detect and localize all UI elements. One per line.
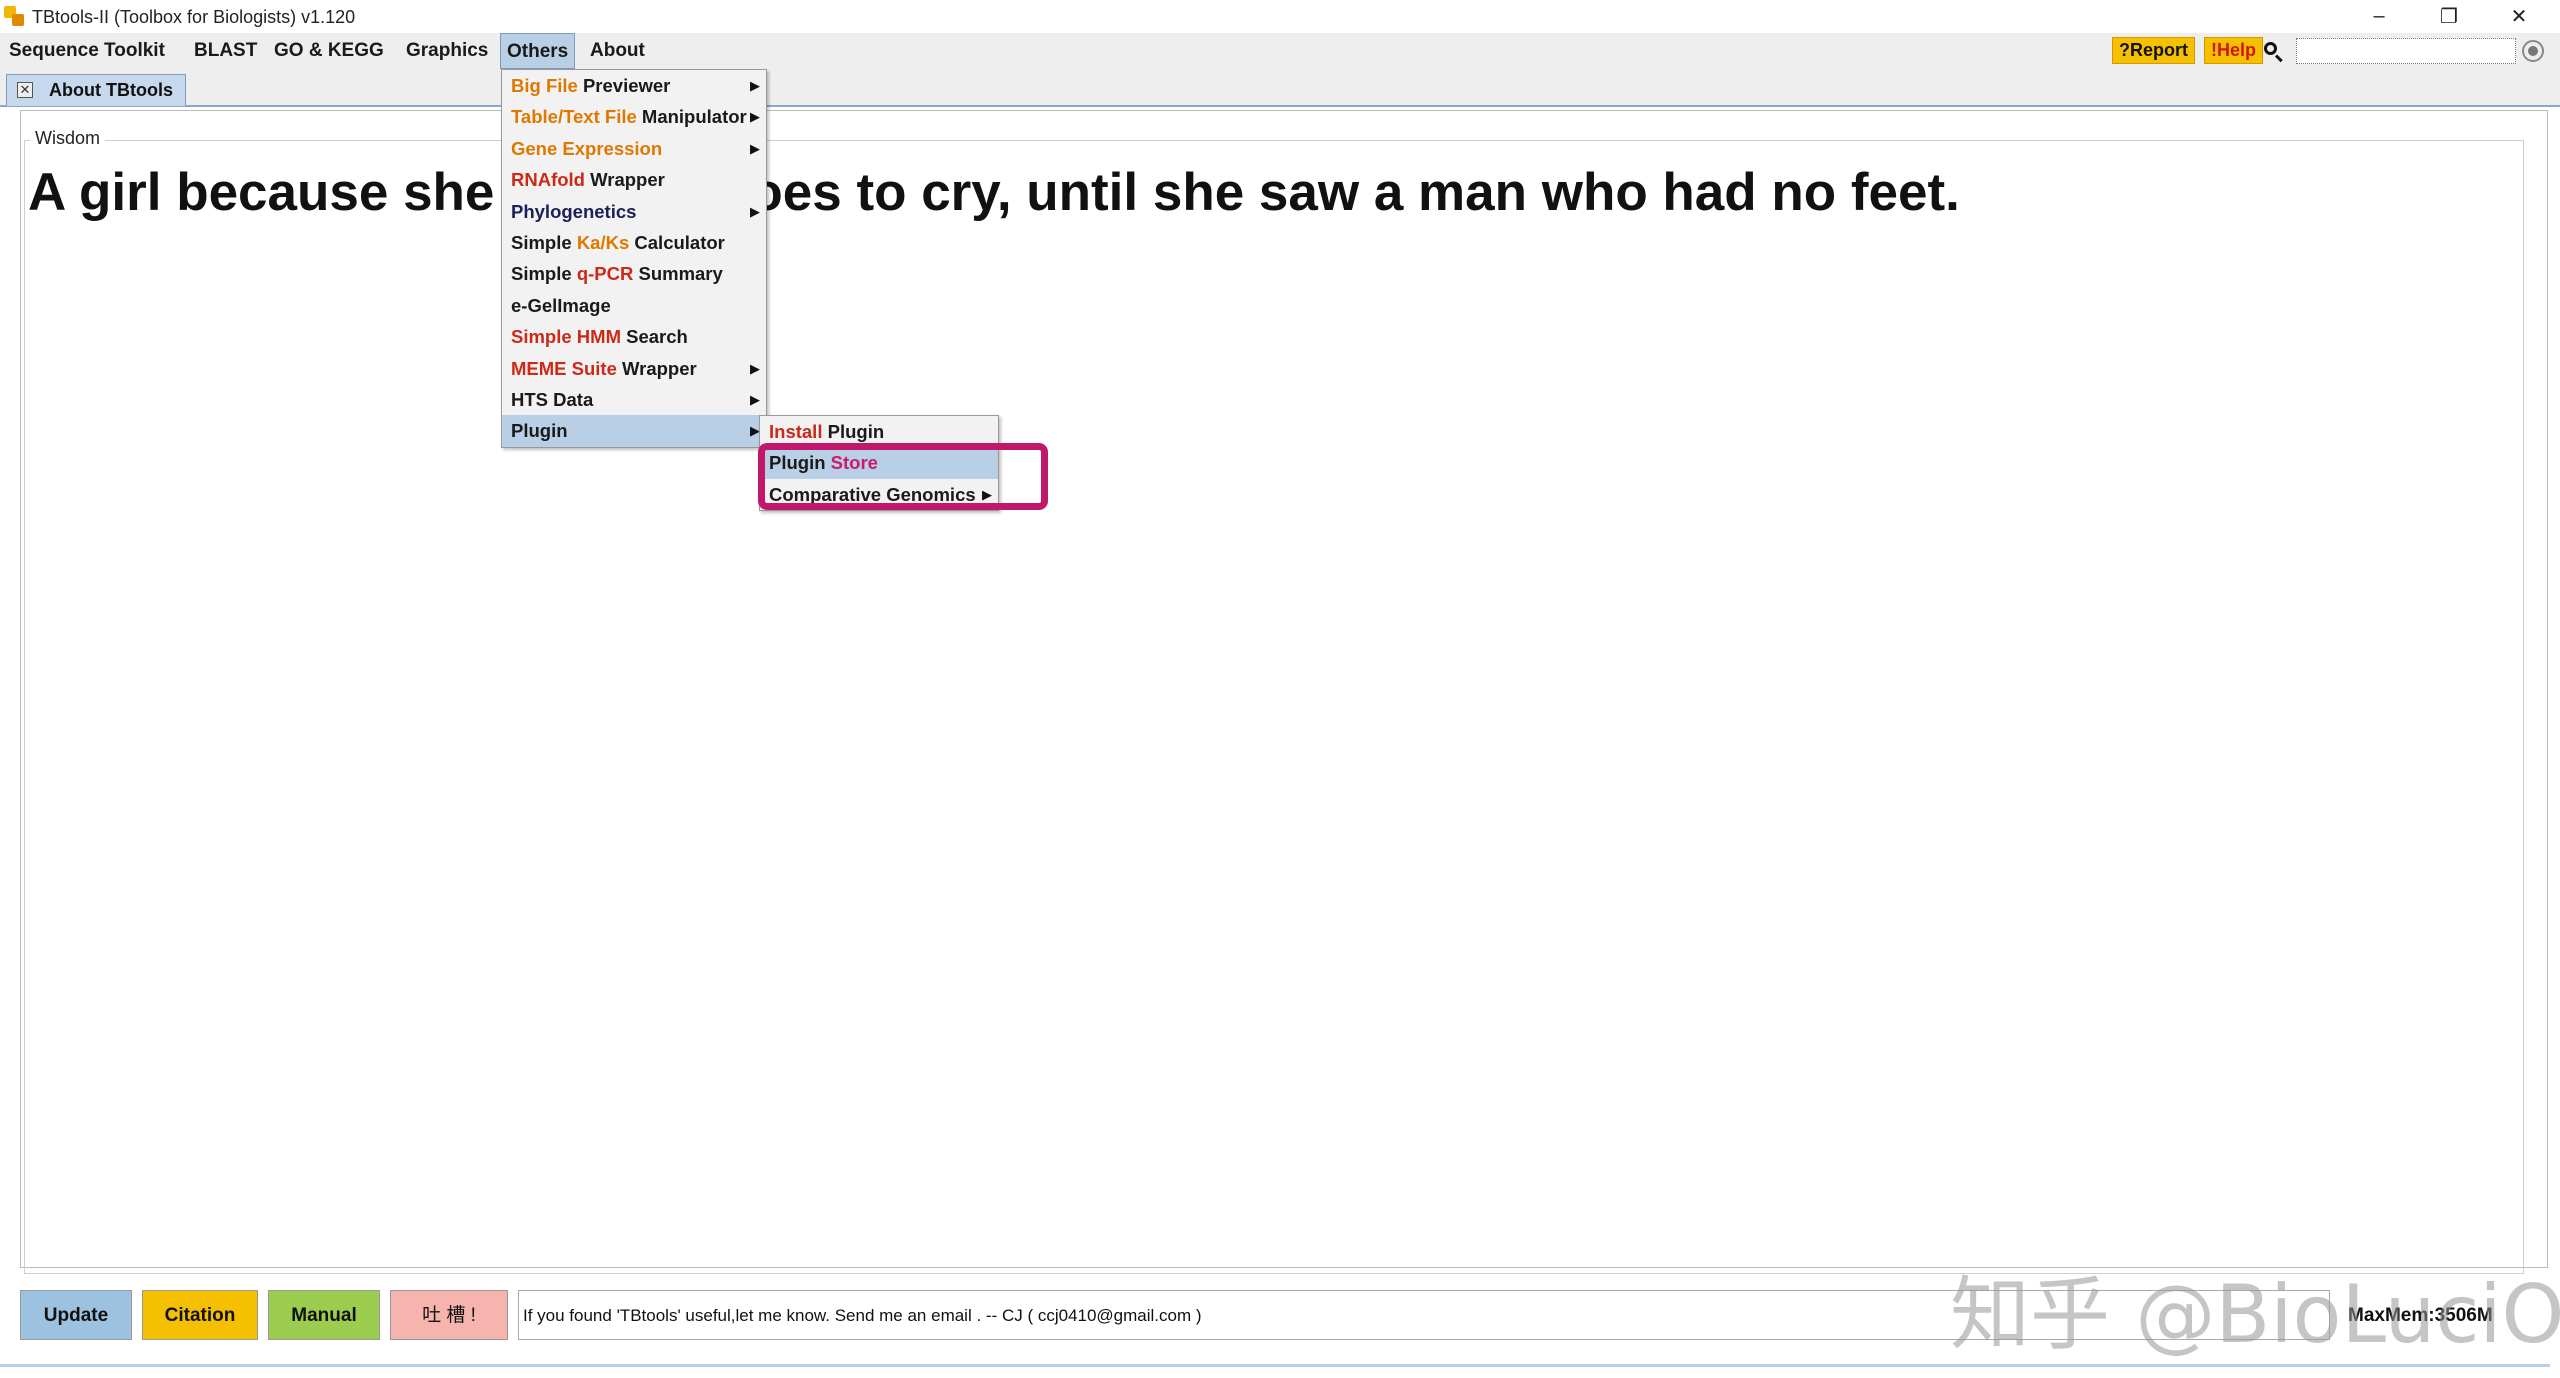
menu-item-table-text-file-manipulator[interactable]: Table/Text File Manipulator ▶ xyxy=(502,101,766,132)
chevron-right-icon: ▶ xyxy=(750,109,760,125)
menu-item-simple-q-pcr-summary[interactable]: Simple q-PCR Summary xyxy=(502,258,766,289)
menu-item-text: MEME Suite xyxy=(511,357,617,379)
app-logo-icon xyxy=(4,6,24,26)
menu-item-text: Wrapper xyxy=(616,357,697,379)
chevron-right-icon: ▶ xyxy=(750,391,760,407)
report-button[interactable]: ?Report xyxy=(2112,37,2195,64)
update-button[interactable]: Update xyxy=(20,1290,132,1340)
menu-item-text: Phylogenetics xyxy=(511,200,637,222)
menu-item-text: e-GelImage xyxy=(511,294,611,316)
menu-item-text: HTS Data xyxy=(511,388,594,410)
complain-button[interactable]: 吐 槽 ! xyxy=(390,1290,508,1340)
menu-item-rnafold-wrapper[interactable]: RNAfold Wrapper xyxy=(502,164,766,195)
menu-item-gene-expression[interactable]: Gene Expression ▶ xyxy=(502,133,766,164)
search-input[interactable] xyxy=(2296,38,2516,64)
menu-item-text: Wrapper xyxy=(584,169,665,191)
menu-item-text: RNAfold xyxy=(511,169,585,191)
menu-item-text: q-PCR xyxy=(576,263,634,285)
chevron-right-icon: ▶ xyxy=(750,78,760,93)
menu-item-text: Big File xyxy=(511,75,578,96)
restore-button[interactable]: ❐ xyxy=(2414,0,2484,33)
menu-item-phylogenetics[interactable]: Phylogenetics ▶ xyxy=(502,196,766,227)
menu-item-text: Simple xyxy=(511,263,577,285)
menu-item-big-file-previewer[interactable]: Big File Previewer ▶ xyxy=(502,70,766,101)
quote-right: oes to cry, until she saw a man who had … xyxy=(750,163,1960,222)
menu-item-text: Simple xyxy=(511,231,577,253)
menu-item-hts-data[interactable]: HTS Data ▶ xyxy=(502,384,766,415)
window-title: TBtools-II (Toolbox for Biologists) v1.1… xyxy=(32,7,356,27)
tab-label: About TBtools xyxy=(49,80,173,100)
close-icon[interactable]: ✕ xyxy=(17,82,33,98)
menu-item-text: Simple HMM xyxy=(511,326,621,348)
menu-graphics[interactable]: Graphics xyxy=(400,33,494,69)
menu-item-text: Install xyxy=(769,421,823,442)
wisdom-legend: Wisdom xyxy=(30,128,106,149)
menu-item-simple-ka-ks-calculator[interactable]: Simple Ka/Ks Calculator xyxy=(502,227,766,258)
menu-item-text: Search xyxy=(620,326,688,348)
wisdom-quote: A girl because she oes to cry, until she … xyxy=(28,162,1960,223)
menu-about[interactable]: About xyxy=(584,33,651,69)
highlight-annotation xyxy=(758,443,1048,510)
chevron-right-icon: ▶ xyxy=(750,140,760,156)
menu-sequence-toolkit[interactable]: Sequence Toolkit xyxy=(3,33,171,69)
minimize-button[interactable]: – xyxy=(2344,0,2414,33)
menu-others[interactable]: Others xyxy=(500,33,576,69)
menu-blast[interactable]: BLAST xyxy=(188,33,263,69)
menu-item-text: Plugin xyxy=(511,420,568,442)
menu-item-text: Previewer xyxy=(577,75,671,96)
wisdom-group xyxy=(24,140,2524,1274)
menu-item-text: Gene Expression xyxy=(511,137,663,159)
watermark: 知乎 @BioLuciO xyxy=(1950,1268,2560,1361)
help-button[interactable]: !Help xyxy=(2204,37,2263,64)
close-button[interactable]: ✕ xyxy=(2484,0,2554,33)
manual-button[interactable]: Manual xyxy=(268,1290,380,1340)
chevron-right-icon: ▶ xyxy=(750,203,760,219)
menu-item-simple-hmm-search[interactable]: Simple HMM Search xyxy=(502,321,766,352)
search-icon[interactable] xyxy=(2262,40,2284,63)
menu-item-text: Table/Text File xyxy=(511,106,637,128)
menu-item-text: Calculator xyxy=(629,231,725,253)
chevron-right-icon: ▶ xyxy=(750,360,760,376)
menu-item-text: Summary xyxy=(633,263,723,285)
menu-item-e-gelimage[interactable]: e-GelImage xyxy=(502,290,766,321)
menu-item-text: Manipulator xyxy=(636,106,747,128)
menu-item-text: Ka/Ks xyxy=(576,231,630,253)
tab-about-tbtools[interactable]: ✕ About TBtools xyxy=(6,74,186,106)
menu-item-plugin[interactable]: Plugin ▶ xyxy=(502,415,766,447)
others-dropdown: Big File Previewer ▶ Table/Text File Manip… xyxy=(501,69,767,448)
menu-item-text: Plugin xyxy=(822,421,885,442)
target-icon[interactable] xyxy=(2522,40,2544,62)
quote-left: A girl because she xyxy=(28,163,495,222)
tab-strip: ✕ About TBtools xyxy=(0,69,2560,107)
title-bar: TBtools-II (Toolbox for Biologists) v1.1… xyxy=(0,0,2560,33)
menu-go-kegg[interactable]: GO & KEGG xyxy=(268,33,390,69)
menu-item-meme-suite-wrapper[interactable]: MEME Suite Wrapper ▶ xyxy=(502,353,766,384)
citation-button[interactable]: Citation xyxy=(142,1290,258,1340)
